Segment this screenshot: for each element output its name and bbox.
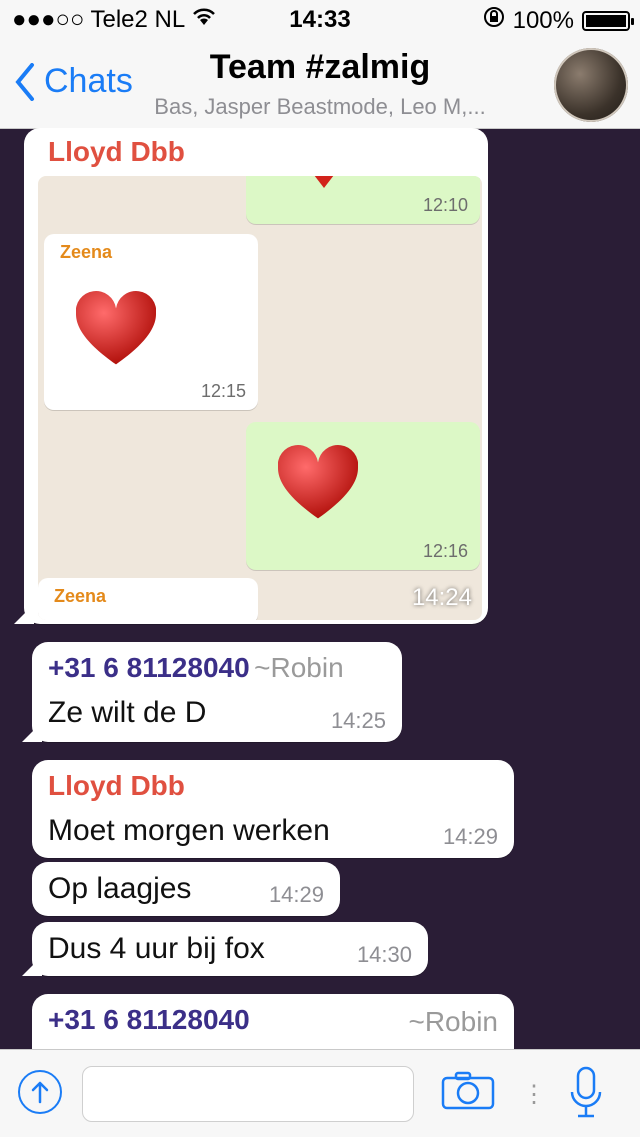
image-bubble-green-top: 12:10 <box>246 176 480 224</box>
message-bubble[interactable]: Lloyd Dbb Moet morgen werken 14:29 <box>32 760 514 858</box>
heart-icon <box>76 291 156 365</box>
message-text: Dus 4 uur bij fox <box>48 932 265 965</box>
image-bubble-zeena-bottom: Zeena <box>38 578 258 620</box>
message-sender-alias: ~Robin <box>254 652 344 683</box>
chat-title[interactable]: Team #zalmig <box>0 48 640 87</box>
chat-header: Chats Team #zalmig Bas, Jasper Beastmode… <box>0 40 640 129</box>
group-avatar[interactable] <box>554 48 628 122</box>
bubble-tail <box>14 604 34 624</box>
upload-icon <box>31 1081 49 1104</box>
microphone-button[interactable] <box>566 1064 606 1122</box>
message-sender-alias: ~Robin <box>408 1006 498 1037</box>
chat-participants[interactable]: Bas, Jasper Beastmode, Leo M,... <box>0 94 640 120</box>
separator-dots: ⋮ <box>522 1081 546 1108</box>
image-time-zeena: 12:15 <box>200 381 246 401</box>
chat-messages[interactable]: Lloyd Dbb 12:10 Zeena 12:15 12:16 Zeena … <box>0 128 640 1049</box>
attach-button[interactable] <box>18 1070 62 1114</box>
status-bar: ●●●○○ Tele2 NL 14:33 100% <box>0 0 640 40</box>
message-time: 14:29 <box>268 882 324 907</box>
message-composer: ⋮ <box>0 1049 640 1137</box>
message-time: 14:29 <box>442 824 498 849</box>
image-sender-zeena: Zeena <box>60 242 113 262</box>
message-text: Op laagjes <box>48 872 192 905</box>
message-text: Ze wilt de D <box>48 696 207 729</box>
heart-icon <box>314 176 334 188</box>
message-sender: Lloyd Dbb <box>48 136 185 167</box>
battery-percentage: 100% <box>512 6 574 34</box>
message-sender-number: +31 6 81128040 <box>48 1004 250 1035</box>
message-text: Moet morgen werken <box>48 814 330 847</box>
bubble-tail <box>22 956 42 976</box>
bubble-tail <box>22 722 42 742</box>
image-sender-zeena-bottom: Zeena <box>54 586 107 606</box>
camera-button[interactable] <box>440 1070 496 1110</box>
message-bubble[interactable]: +31 6 81128040 ~Robin <box>32 994 514 1049</box>
message-sender-number: +31 6 81128040 <box>48 652 250 683</box>
camera-icon <box>441 1071 495 1110</box>
image-bubble-green: 12:16 <box>246 422 480 570</box>
message-bubble[interactable]: Op laagjes 14:29 <box>32 862 340 916</box>
message-image[interactable]: Lloyd Dbb 12:10 Zeena 12:15 12:16 Zeena … <box>14 128 488 624</box>
message-bubble[interactable]: Dus 4 uur bij fox 14:30 <box>22 922 428 976</box>
image-time-top: 12:10 <box>422 195 468 215</box>
image-bubble-zeena: Zeena 12:15 <box>44 234 258 410</box>
message-time: 14:24 <box>411 584 472 611</box>
message-input[interactable] <box>82 1066 414 1122</box>
image-time-green: 12:16 <box>422 541 468 561</box>
heart-icon <box>278 445 358 519</box>
screenshot-image[interactable]: 12:10 Zeena 12:15 12:16 Zeena 14:24 <box>38 176 482 620</box>
message-time: 14:30 <box>356 942 412 967</box>
rotation-lock-icon <box>483 6 505 35</box>
microphone-icon <box>570 1066 602 1118</box>
message-sender: Lloyd Dbb <box>48 770 185 801</box>
message-time: 14:25 <box>330 708 386 733</box>
message-bubble[interactable]: +31 6 81128040 ~Robin Ze wilt de D 14:25 <box>22 642 402 742</box>
battery-icon <box>582 10 634 31</box>
